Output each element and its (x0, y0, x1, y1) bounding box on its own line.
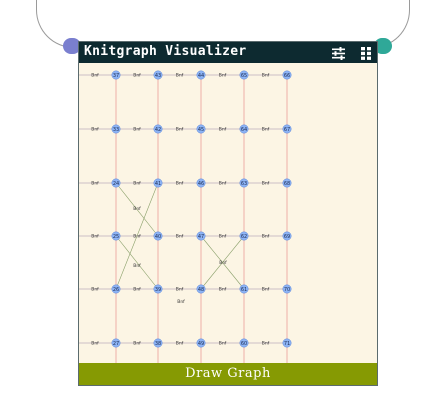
stitch-node-label: 66 (284, 73, 290, 79)
stitch-node-label: 62 (241, 234, 247, 240)
edge-label: Bnf (262, 341, 270, 347)
stitch-node-label: 64 (241, 127, 247, 133)
edge-label: Bnf (262, 73, 270, 79)
edge-label: Bnf (262, 287, 270, 293)
edge-label: Bnf (133, 341, 141, 347)
stitch-node-label: 44 (198, 73, 204, 79)
stitch-node-label: 45 (198, 127, 204, 133)
stitch-node-label: 40 (155, 234, 161, 240)
stitch-node-label: 68 (284, 181, 290, 187)
cable-label: Bnf (133, 206, 141, 212)
edge-label: Bnf (176, 341, 184, 347)
stitch-node-label: 71 (284, 341, 290, 347)
stitch-node-label: 25 (113, 234, 119, 240)
stitch-node-label: 37 (113, 73, 119, 79)
sliders-icon[interactable] (332, 45, 346, 64)
edge-label: Bnf (176, 73, 184, 79)
stitch-node-label: 48 (198, 287, 204, 293)
edge-label: Bnf (219, 287, 227, 293)
stitch-node-label: 33 (113, 127, 119, 133)
node-title: Knitgraph Visualizer (84, 44, 247, 59)
edge-label: Bnf (91, 341, 99, 347)
edge-label: Bnf (133, 73, 141, 79)
stitch-node-label: 47 (198, 234, 204, 240)
knitgraph-visualizer-node[interactable]: Knitgraph Visualizer Bnf Bnf Bnf Bnf Bnf… (78, 41, 378, 386)
edge-label: Bnf (176, 181, 184, 187)
edge-label: Bnf (176, 127, 184, 133)
cable-edge (115, 235, 159, 290)
edge-label: Bnf (219, 73, 227, 79)
stitch-node-label: 49 (198, 341, 204, 347)
edge-label: Bnf (91, 127, 99, 133)
cable-label: Bnf (177, 299, 185, 305)
edge-label: Bnf (219, 234, 227, 240)
stitch-node-label: 61 (241, 287, 247, 293)
stitch-node-label: 46 (198, 181, 204, 187)
edge-label: Bnf (91, 73, 99, 79)
edge-label: Bnf (176, 287, 184, 293)
edge-label: Bnf (176, 234, 184, 240)
stitch-node-label: 69 (284, 234, 290, 240)
edge-label: Bnf (133, 234, 141, 240)
stitch-node-label: 43 (155, 73, 161, 79)
stitch-node-label: 70 (284, 287, 290, 293)
stitch-node-label: 42 (155, 127, 161, 133)
edge-label: Bnf (262, 234, 270, 240)
stitch-node-label: 60 (241, 341, 247, 347)
stitch-node-label: 38 (155, 341, 161, 347)
stitch-node-label: 39 (155, 287, 161, 293)
stitch-node-label: 63 (241, 181, 247, 187)
grid-icon[interactable] (361, 45, 371, 64)
edge-label: Bnf (133, 287, 141, 293)
stitch-node-label: 27 (113, 341, 119, 347)
edge-label: Bnf (219, 127, 227, 133)
draw-graph-button[interactable]: Draw Graph (79, 363, 377, 385)
cable-label: Bnf (133, 263, 141, 269)
stitch-node-label: 67 (284, 127, 290, 133)
edge-label: Bnf (91, 234, 99, 240)
stitch-node-label: 24 (113, 181, 119, 187)
cable-label: Bnf (219, 260, 227, 266)
knitgraph-svg: Bnf Bnf Bnf Bnf Bnf Bnf Bnf Bnf Bnf Bnf Bnf Bnf Bnf B… (79, 70, 292, 363)
edge-label: Bnf (91, 287, 99, 293)
stitch-node-label: 65 (241, 73, 247, 79)
graph-canvas[interactable]: Bnf Bnf Bnf Bnf Bnf Bnf Bnf Bnf Bnf Bnf Bnf Bnf Bnf B… (79, 63, 377, 363)
titlebar-icons (326, 45, 371, 64)
edge-label: Bnf (219, 341, 227, 347)
edge-label: Bnf (219, 181, 227, 187)
edge-label: Bnf (133, 127, 141, 133)
edge-label: Bnf (262, 181, 270, 187)
stitch-node-label: 41 (155, 181, 161, 187)
edge-label: Bnf (133, 181, 141, 187)
node-titlebar[interactable]: Knitgraph Visualizer (79, 42, 377, 63)
edge-label: Bnf (262, 127, 270, 133)
stitch-node-label: 26 (113, 287, 119, 293)
edge-label: Bnf (91, 181, 99, 187)
